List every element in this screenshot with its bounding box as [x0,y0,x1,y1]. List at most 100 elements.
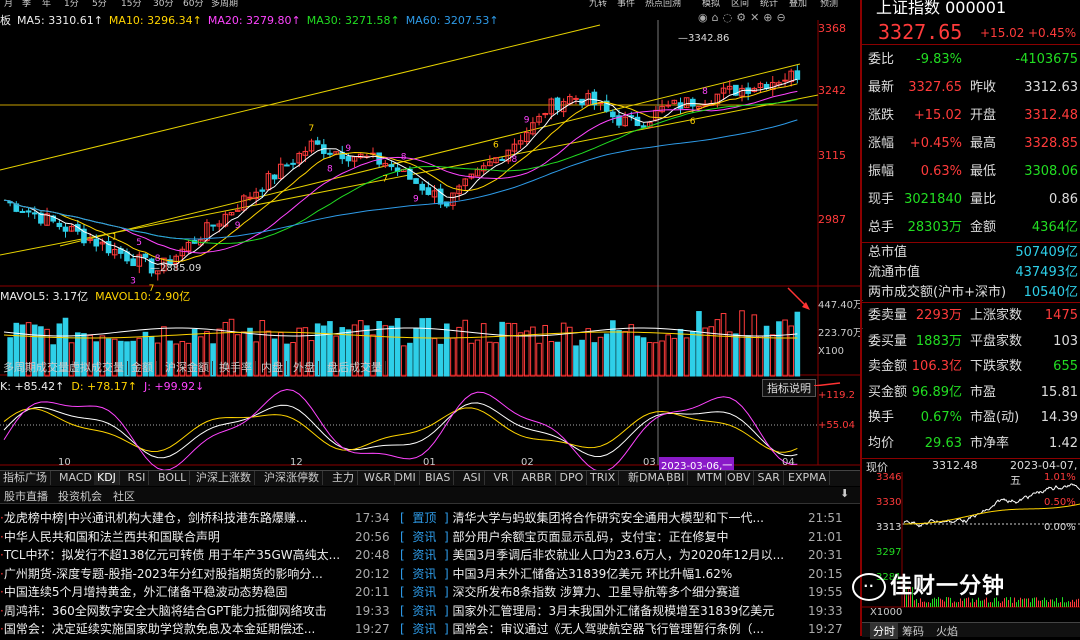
indicator-tab-rsi[interactable]: RSI [125,471,150,485]
indicator-tab-指标广场[interactable]: 指标广场 [0,471,51,485]
tab-inner[interactable]: 内盘 [258,361,287,375]
indicator-tab-bbi[interactable]: BBI [663,471,689,485]
wechat-icon: ·· [852,573,886,601]
tab-hs-amount[interactable]: 沪深金额 [162,361,213,375]
candle-body [610,111,616,118]
tab-year[interactable]: 年 [42,0,51,9]
kdj-tick: +55.04 [818,420,856,431]
tool-event[interactable]: 事件 [617,0,635,9]
mini-y-tick: 3313 [876,522,902,533]
order-value: 1475 [1044,308,1078,323]
news-item[interactable]: [ 资讯 ] 国常会：审议通过《无人驾驶航空器飞行管理暂行条例（... 19:27 [400,618,850,640]
indicator-tab-沪深上涨数[interactable]: 沪深上涨数 [193,471,255,485]
indicator-tab-macd[interactable]: MACD [56,471,96,485]
indicator-tab-dmi[interactable]: DMI [392,471,420,485]
kline-chart[interactable]: 135789789789689 68 [0,20,860,490]
bottom-tabs: 分时 筹码 火焰 [862,622,1080,639]
tool-hot-replay[interactable]: 热点回溯 [645,0,681,9]
nine-turn-number: 7 [309,124,315,134]
tab-live[interactable]: 股市直播 [4,488,48,504]
tab-multi-volume[interactable]: 多周期成交量 [0,361,73,375]
indicator-tab-boll[interactable]: BOLL [155,471,191,485]
tab-chips[interactable]: 筹码 [902,623,924,639]
indicator-tab-arbr[interactable]: ARBR [519,471,556,485]
order-value: 15.81 [1040,384,1078,400]
tool-range[interactable]: 区间 [731,0,749,9]
tab-1min[interactable]: 1分 [64,0,79,9]
indicator-tab-asi[interactable]: ASI [460,471,485,485]
mini-volume-bar [974,602,975,607]
indicator-tab-vr[interactable]: VR [491,471,513,485]
tab-opportunity[interactable]: 投资机会 [58,488,102,504]
indicator-tab-trix[interactable]: TRIX [587,471,620,485]
mini-volume-bar [970,602,971,607]
nine-turn-number: 9 [413,194,419,204]
tab-timeshare[interactable]: 分时 [870,623,898,639]
price-change-pct: +0.45% [1028,26,1077,40]
news-header: 股市直播 投资机会 社区 ⬇ [0,487,860,504]
tab-turnover[interactable]: 换手率 [216,361,256,375]
mini-volume-bar [1044,597,1045,607]
tool-overlay[interactable]: 叠加 [789,0,807,9]
market-rows: 总市值 507409亿 流通市值 437493亿 两市成交额(沪市+深市) 10540亿 [862,244,1080,304]
tab-amount[interactable]: 金额 [128,361,157,375]
j-value: J: +99.92↓ [143,380,205,393]
mini-volume-bar [928,602,929,607]
candle-body [327,152,333,155]
tab-5min[interactable]: 5分 [92,0,107,9]
indicator-tab-obv[interactable]: OBV [724,471,755,485]
quote-label: 委比 [868,52,895,67]
news-tag: 资讯 [412,566,437,581]
tool-nine-turn[interactable]: 九转 [589,0,607,9]
quote-value: -9.83% [916,52,962,67]
indicator-tab-w&r[interactable]: W&R [361,471,396,485]
tab-virtual-volume[interactable]: 虚拟成交量 [66,361,128,375]
mini-volume-bar [1064,602,1065,607]
order-value: 2293万 [915,308,962,323]
nine-turn-number: 6 [690,117,696,127]
mini-volume-bar [992,602,993,607]
tab-60min[interactable]: 60分 [183,0,203,9]
indicator-tab-kdj[interactable]: KDJ [94,471,120,485]
tool-simulate[interactable]: 模拟 [702,0,720,9]
indicator-tab-新dma[interactable]: 新DMA [625,471,669,485]
tool-stats[interactable]: 统计 [760,0,778,9]
order-label: 卖金额 [868,359,908,374]
price-change: +15.02 [980,26,1025,40]
tab-outer[interactable]: 外盘 [290,361,319,375]
candle-body [573,97,579,100]
tab-multi-period[interactable]: 多周期 [211,0,238,9]
quote-value: 28303万 [907,220,962,235]
mini-volume-bar [1032,598,1033,607]
mini-volume-bar [1042,599,1043,607]
low-annotation: —2885.09 [150,263,202,274]
tab-30min[interactable]: 30分 [153,0,173,9]
indicator-tabs: 指标广场 MACD KDJ RSI BOLL 沪深上涨数 沪深涨停数 主力 W&R DMI BIAS… [0,470,860,486]
news-item[interactable]: ·国常会：决定延续实施国家助学贷款免息及本金延期偿还... 19:27 [0,618,395,640]
tab-month[interactable]: 月 [4,0,13,9]
mini-volume-bar [1054,601,1055,607]
red-arrow-icon [787,287,841,386]
index-title: 上证指数 000001 [876,0,1007,17]
nine-turn-number: 8 [401,152,407,162]
tab-after-hours[interactable]: 盘后成交量 [324,361,386,375]
tab-quarter[interactable]: 季 [22,0,31,9]
price-tick: 3242 [818,84,846,97]
order-value: 1883万 [915,333,962,349]
mini-y-tick: 0.00% [1044,522,1076,533]
tab-15min[interactable]: 15分 [121,0,141,9]
indicator-tab-主力[interactable]: 主力 [329,471,358,485]
kdj-legend: K: +85.42↑ D: +78.17↑ J: +99.92↓ [0,380,204,393]
indicator-tab-mtm[interactable]: MTM [694,471,727,485]
indicator-tab-沪深涨停数[interactable]: 沪深涨停数 [261,471,323,485]
order-row: 委卖量 2293万 上涨家数 1475 [862,303,1078,329]
indicator-tab-bias[interactable]: BIAS [422,471,455,485]
news-tag: 置顶 [412,511,437,525]
tab-community[interactable]: 社区 [113,488,135,504]
download-icon[interactable]: ⬇ [840,487,849,500]
indicator-tab-sar[interactable]: SAR [755,471,784,485]
indicator-tab-expma[interactable]: EXPMA [785,471,831,485]
tab-flame[interactable]: 火焰 [936,623,958,639]
mini-volume-bar [1060,602,1061,607]
indicator-tab-dpo[interactable]: DPO [557,471,588,485]
